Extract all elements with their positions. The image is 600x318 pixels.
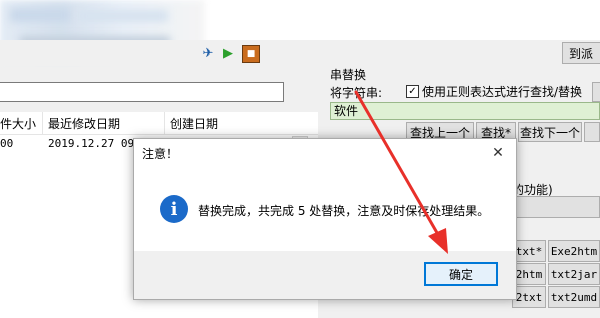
convert-button[interactable]: txt2jar	[548, 263, 600, 285]
column-header-created[interactable]: 创建日期	[170, 115, 218, 132]
column-header-modified[interactable]: 最近修改日期	[48, 115, 120, 132]
options-button[interactable]	[592, 82, 600, 102]
table-cell-size: 00	[0, 137, 14, 150]
convert-button[interactable]: txt2umd	[548, 286, 600, 308]
stop-icon[interactable]: ■	[242, 45, 260, 63]
find-next-button[interactable]: 查找下一个	[518, 122, 582, 142]
replace-panel-title: 串替换	[330, 68, 367, 82]
blurred-region	[10, 8, 70, 22]
column-divider	[42, 112, 43, 134]
transfer-icon[interactable]: ✈	[200, 45, 216, 61]
extra-button[interactable]	[584, 122, 600, 142]
dialog-message: 替换完成，共完成 5 处替换，注意及时保存处理结果。	[198, 204, 490, 218]
find-label: 将字符串:	[330, 86, 383, 100]
convert-button[interactable]: txt*	[512, 240, 546, 262]
close-icon[interactable]: ✕	[488, 143, 508, 163]
dialog-titlebar: 注意！ ✕	[134, 139, 516, 167]
regex-checkbox-label: 使用正则表达式进行查找/替换	[422, 85, 583, 99]
convert-button[interactable]: 2txt	[512, 286, 546, 308]
dialog-title: 注意！	[142, 147, 179, 161]
toolbar	[0, 40, 600, 66]
column-header-size[interactable]: 件大小	[0, 115, 36, 132]
regex-option[interactable]: ✓ 使用正则表达式进行查找/替换	[406, 83, 582, 100]
run-icon[interactable]: ▶	[220, 45, 236, 61]
ok-button[interactable]: 确定	[424, 262, 498, 286]
column-divider	[164, 112, 165, 134]
find-input[interactable]: 软件	[330, 102, 600, 120]
regex-checkbox[interactable]: ✓	[406, 85, 419, 98]
convert-button[interactable]: 2htm	[512, 263, 546, 285]
blurred-region	[78, 10, 168, 22]
convert-button[interactable]: Exe2htm	[548, 240, 600, 262]
info-icon: i	[160, 195, 188, 223]
path-input[interactable]	[0, 82, 284, 102]
top-right-button[interactable]: 到派	[562, 42, 600, 64]
function-combo[interactable]	[510, 196, 600, 218]
file-list-header: 件大小 最近修改日期 创建日期	[0, 112, 318, 135]
